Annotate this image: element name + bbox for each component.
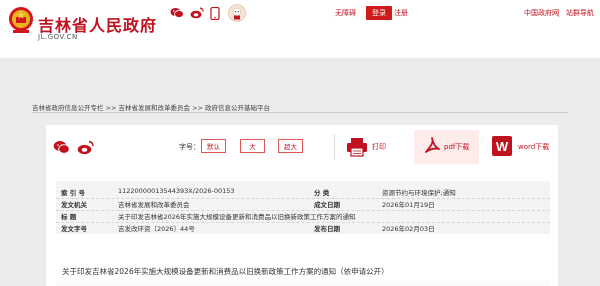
site-domain: JL.GOV.CN [38, 33, 78, 41]
meta-value: 2026年01月19日 [382, 201, 435, 209]
meta-value: 资源节约与环境保护;通知 [382, 189, 456, 197]
document-metadata: 索 引 号 11220000013544393X/2026-00153 分 类 … [56, 181, 550, 234]
meta-label: 成文日期 [314, 201, 340, 209]
wechat-icon[interactable] [170, 5, 184, 21]
barrier-free-link[interactable]: 无障碍 [335, 8, 356, 18]
meta-row-issuer: 发文机关 吉林省发展和改革委员会 成文日期 2026年01月19日 [56, 199, 550, 210]
content-continuation [56, 281, 550, 286]
meta-value: 2026年02月03日 [382, 225, 435, 233]
china-gov-link[interactable]: 中国政府网 [524, 8, 559, 18]
meta-label: 分 类 [314, 189, 330, 197]
meta-row-index: 索 引 号 11220000013544393X/2026-00153 分 类 … [56, 187, 550, 198]
font-xlarge-button[interactable]: 超大 [278, 139, 303, 153]
site-navigation-link[interactable]: 站群导航 [566, 8, 594, 18]
mascot-icon[interactable] [228, 4, 246, 22]
printer-icon[interactable] [346, 137, 368, 157]
breadcrumb[interactable]: 吉林省政府信息公开专栏 >> 吉林省发展和改革委员会 >> 政府信息公开基础平台 [32, 102, 270, 112]
article-toolbar: 字号： 默认 大 超大 打印 pdf下载 W word下载 [46, 130, 558, 164]
pdf-icon[interactable] [422, 136, 442, 158]
word-download-button[interactable]: word下载 [518, 142, 549, 152]
site-header: 吉林省人民政府 JL.GOV.CN 无障碍 登录 注册 中国政府网 站群导航 [0, 0, 600, 58]
pdf-download-button[interactable]: pdf下载 [444, 142, 469, 152]
meta-row-doc-number: 发文字号 吉发改环资〔2026〕44号 发布日期 2026年02月03日 [56, 223, 550, 234]
svg-text:W: W [496, 139, 509, 154]
meta-value: 吉发改环资〔2026〕44号 [118, 225, 195, 233]
meta-label: 发文字号 [61, 225, 87, 233]
font-default-button[interactable]: 默认 [201, 139, 226, 153]
meta-value: 吉林省发展和改革委员会 [118, 201, 190, 209]
national-emblem-icon [9, 7, 33, 33]
app-icon[interactable] [210, 5, 220, 21]
link-divider [558, 9, 559, 17]
meta-label: 索 引 号 [61, 189, 86, 197]
register-link[interactable]: 注册 [394, 8, 408, 18]
font-large-button[interactable]: 大 [240, 139, 265, 153]
document-title: 关于印发吉林省2026年实施大规模设备更新和消费品以旧换新政策工作方案的通知（依… [62, 267, 389, 276]
print-button[interactable]: 打印 [372, 142, 386, 152]
meta-label: 发文机关 [61, 201, 87, 209]
meta-value: 11220000013544393X/2026-00153 [118, 187, 235, 195]
word-icon[interactable]: W [492, 136, 512, 156]
meta-label: 标 题 [61, 213, 77, 221]
font-size-label: 字号： [179, 143, 200, 151]
login-button[interactable]: 登录 [366, 6, 392, 20]
meta-value: 关于印发吉林省2026年实施大规模设备更新和消费品以旧换新政策工作方案的通知 [118, 213, 356, 221]
share-weibo-icon[interactable] [76, 138, 94, 156]
meta-row-title: 标 题 关于印发吉林省2026年实施大规模设备更新和消费品以旧换新政策工作方案的… [56, 211, 550, 222]
weibo-icon[interactable] [190, 5, 204, 21]
share-wechat-icon[interactable] [52, 138, 70, 156]
meta-label: 发布日期 [314, 225, 340, 233]
breadcrumb-divider [32, 112, 568, 113]
toolbar-divider [334, 134, 335, 160]
